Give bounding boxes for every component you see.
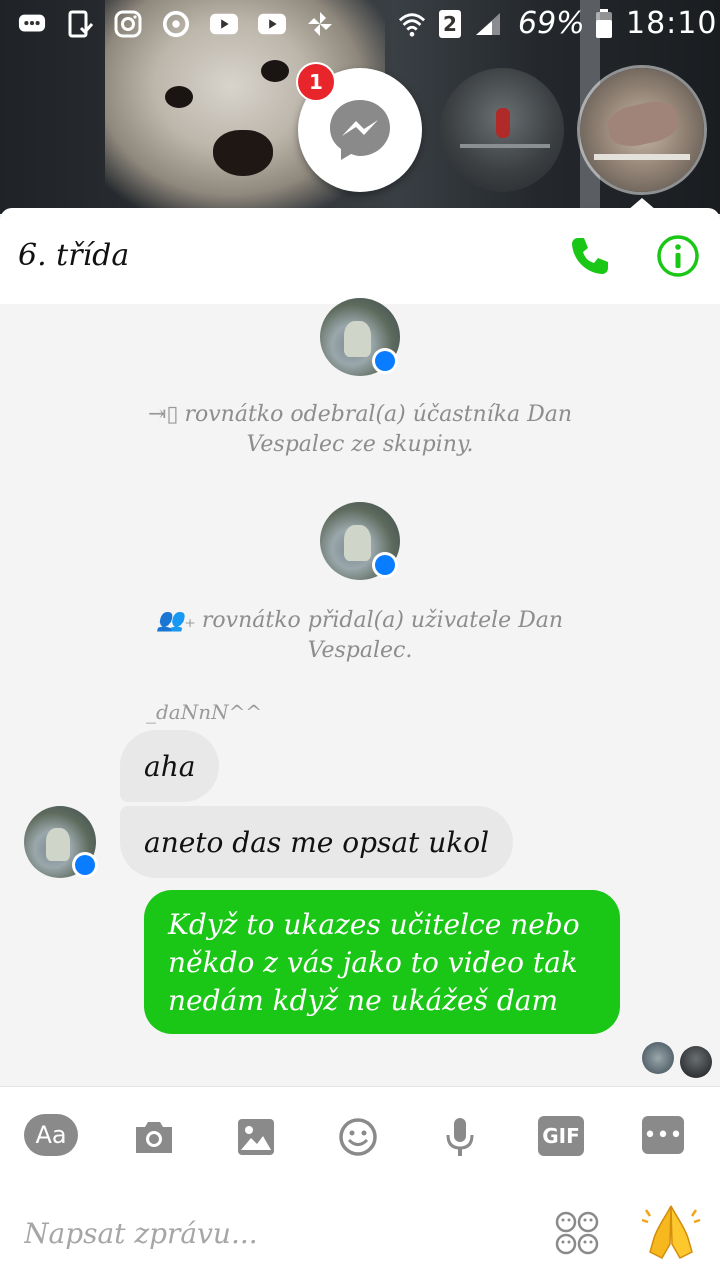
gif-button[interactable]: GIF xyxy=(538,1116,584,1156)
text-style-button[interactable]: Aa xyxy=(24,1114,78,1156)
camera-icon[interactable] xyxy=(126,1116,182,1158)
more-options-button[interactable]: ••• xyxy=(642,1116,684,1154)
event-removed-text: rovnátko odebral(a) účastníka Dan Vespal… xyxy=(184,402,573,457)
add-people-icon: 👥₊ xyxy=(156,608,196,633)
stickers-icon[interactable] xyxy=(554,1210,600,1256)
message-input[interactable] xyxy=(22,1200,526,1266)
info-icon[interactable] xyxy=(656,234,700,278)
wifi-icon xyxy=(398,10,426,38)
messenger-icon xyxy=(330,100,390,160)
battery-percent: 69% xyxy=(518,6,585,41)
messenger-badge-icon-2 xyxy=(372,552,398,578)
incoming-message[interactable]: aneto das me opsat ukol xyxy=(120,806,514,878)
status-bar: 2 69% 18:10 xyxy=(0,0,720,48)
circle-app-icon xyxy=(162,10,190,38)
event-removed-participant: ⇥▯ rovnátko odebral(a) účastníka Dan Vesp… xyxy=(0,400,720,460)
pinwheel-icon xyxy=(306,10,334,38)
youtube-icon-2 xyxy=(258,10,286,38)
seen-by-avatar xyxy=(680,1046,712,1078)
event-added-text: rovnátko přidal(a) uživatele Dan Vespale… xyxy=(201,608,564,663)
sim-icon: 2 xyxy=(436,10,464,38)
youtube-icon xyxy=(210,10,238,38)
microphone-icon[interactable] xyxy=(432,1116,488,1158)
conversation-title[interactable]: 6. třída xyxy=(18,238,129,273)
emoji-icon[interactable] xyxy=(330,1116,386,1158)
folded-hands-icon[interactable] xyxy=(636,1196,706,1266)
signal-icon xyxy=(474,10,502,38)
messenger-chat-head[interactable]: 1 xyxy=(296,62,422,192)
sender-name: _daNnN^^ xyxy=(146,700,263,724)
event-added-participant: 👥₊ rovnátko přidal(a) uživatele Dan Vespa… xyxy=(0,606,720,666)
leave-icon: ⇥▯ xyxy=(147,402,179,427)
chat-head-contact-3[interactable] xyxy=(580,68,704,192)
gallery-icon[interactable] xyxy=(228,1116,284,1158)
seen-by-avatar xyxy=(642,1042,674,1074)
messenger-badge-icon xyxy=(372,348,398,374)
instagram-icon xyxy=(114,10,142,38)
device-check-icon xyxy=(66,10,94,38)
call-icon[interactable] xyxy=(566,232,614,280)
incoming-message[interactable]: aha xyxy=(120,730,220,802)
chat-head-contact-2[interactable] xyxy=(440,68,564,192)
messages-icon xyxy=(18,10,46,38)
clock: 18:10 xyxy=(626,6,718,41)
unread-badge: 1 xyxy=(296,62,336,102)
messenger-badge-icon-3 xyxy=(72,852,98,878)
outgoing-message[interactable]: Když to ukazes učitelce nebo někdo z vás… xyxy=(144,890,620,1034)
battery-icon xyxy=(590,9,618,38)
